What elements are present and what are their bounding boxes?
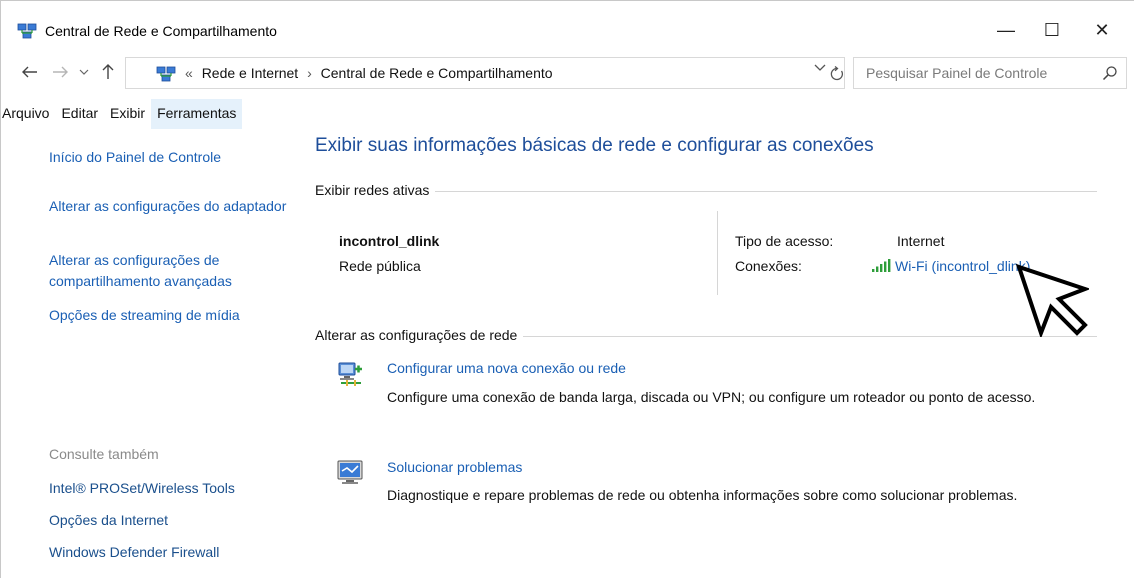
title-bar: Central de Rede e Compartilhamento — ☐ ✕ [1,1,1134,43]
arrow-right-icon [53,66,68,78]
mouse-pointer-icon [1015,263,1089,337]
arrow-left-icon [22,66,37,78]
refresh-icon[interactable] [830,66,844,82]
breadcrumb: « Rede e Internet › Central de Rede e Co… [180,65,553,81]
maximize-button[interactable]: ☐ [1029,15,1075,45]
menu-arquivo[interactable]: Arquivo [1,99,55,129]
recent-locations-button[interactable] [73,61,95,83]
link-advanced-sharing-settings[interactable]: Alterar as configurações de compartilham… [49,250,289,292]
menu-editar[interactable]: Editar [55,99,104,129]
arrow-up-icon [102,64,114,79]
network-center-icon [17,23,37,39]
search-icon[interactable] [1102,65,1118,81]
menu-ferramentas[interactable]: Ferramentas [151,99,243,129]
address-dropdown-icon[interactable] [814,64,826,72]
see-also-heading: Consulte também [49,446,159,462]
close-button[interactable]: ✕ [1079,15,1125,45]
connections-label: Conexões: [735,258,802,274]
link-change-adapter-settings[interactable]: Alterar as configurações do adaptador [49,196,289,217]
search-input[interactable] [854,58,1094,88]
access-type-value: Internet [897,233,945,249]
active-networks-heading: Exibir redes ativas [315,182,436,198]
address-bar[interactable]: « Rede e Internet › Central de Rede e Co… [125,57,845,89]
wifi-connection-link[interactable]: Wi-Fi (incontrol_dlink) [871,258,1030,274]
breadcrumb-overflow[interactable]: « [185,65,193,81]
access-type-label: Tipo de acesso: [735,233,834,249]
link-control-panel-home[interactable]: Início do Painel de Controle [49,147,289,168]
window-title: Central de Rede e Compartilhamento [45,23,277,39]
page-title: Exibir suas informações básicas de rede … [315,135,874,156]
breadcrumb-central-rede[interactable]: Central de Rede e Compartilhamento [321,65,553,81]
close-icon: ✕ [1094,19,1110,40]
troubleshoot-description: Diagnostique e repare problemas de rede … [387,487,1018,503]
wifi-signal-icon [872,259,891,272]
change-settings-heading: Alterar as configurações de rede [315,327,524,343]
breadcrumb-rede-internet[interactable]: Rede e Internet [202,65,299,81]
navigation-bar: « Rede e Internet › Central de Rede e Co… [1,57,1134,89]
network-sharing-center-window: Central de Rede e Compartilhamento — ☐ ✕ [0,0,1134,578]
network-category[interactable]: Rede pública [339,258,421,274]
link-media-streaming-options[interactable]: Opções de streaming de mídia [49,305,289,326]
link-internet-options[interactable]: Opções da Internet [49,510,289,531]
menu-bar: Arquivo Editar Exibir Ferramentas [1,99,243,129]
up-button[interactable] [97,61,119,83]
menu-exibir[interactable]: Exibir [104,99,151,129]
network-setup-icon [338,362,362,386]
link-windows-defender-firewall[interactable]: Windows Defender Firewall [49,542,289,563]
forward-button[interactable] [49,61,71,83]
minimize-icon: — [997,19,1015,40]
setup-new-connection-description: Configure uma conexão de banda larga, di… [387,389,1036,405]
wifi-connection-label[interactable]: Wi-Fi (incontrol_dlink) [895,258,1030,274]
setup-new-connection-link[interactable]: Configurar uma nova conexão ou rede [387,360,626,376]
link-intel-proset[interactable]: Intel® PROSet/Wireless Tools [49,478,289,499]
chevron-down-icon [79,69,89,75]
minimize-button[interactable]: — [983,15,1029,45]
control-panel-icon [156,66,176,82]
network-name: incontrol_dlink [339,233,440,249]
network-info-divider [717,211,718,295]
back-button[interactable] [19,61,41,83]
maximize-icon: ☐ [1043,19,1061,40]
breadcrumb-separator[interactable]: › [307,65,312,81]
troubleshoot-link[interactable]: Solucionar problemas [387,459,522,475]
search-box[interactable] [853,57,1127,89]
troubleshoot-icon [337,460,363,484]
